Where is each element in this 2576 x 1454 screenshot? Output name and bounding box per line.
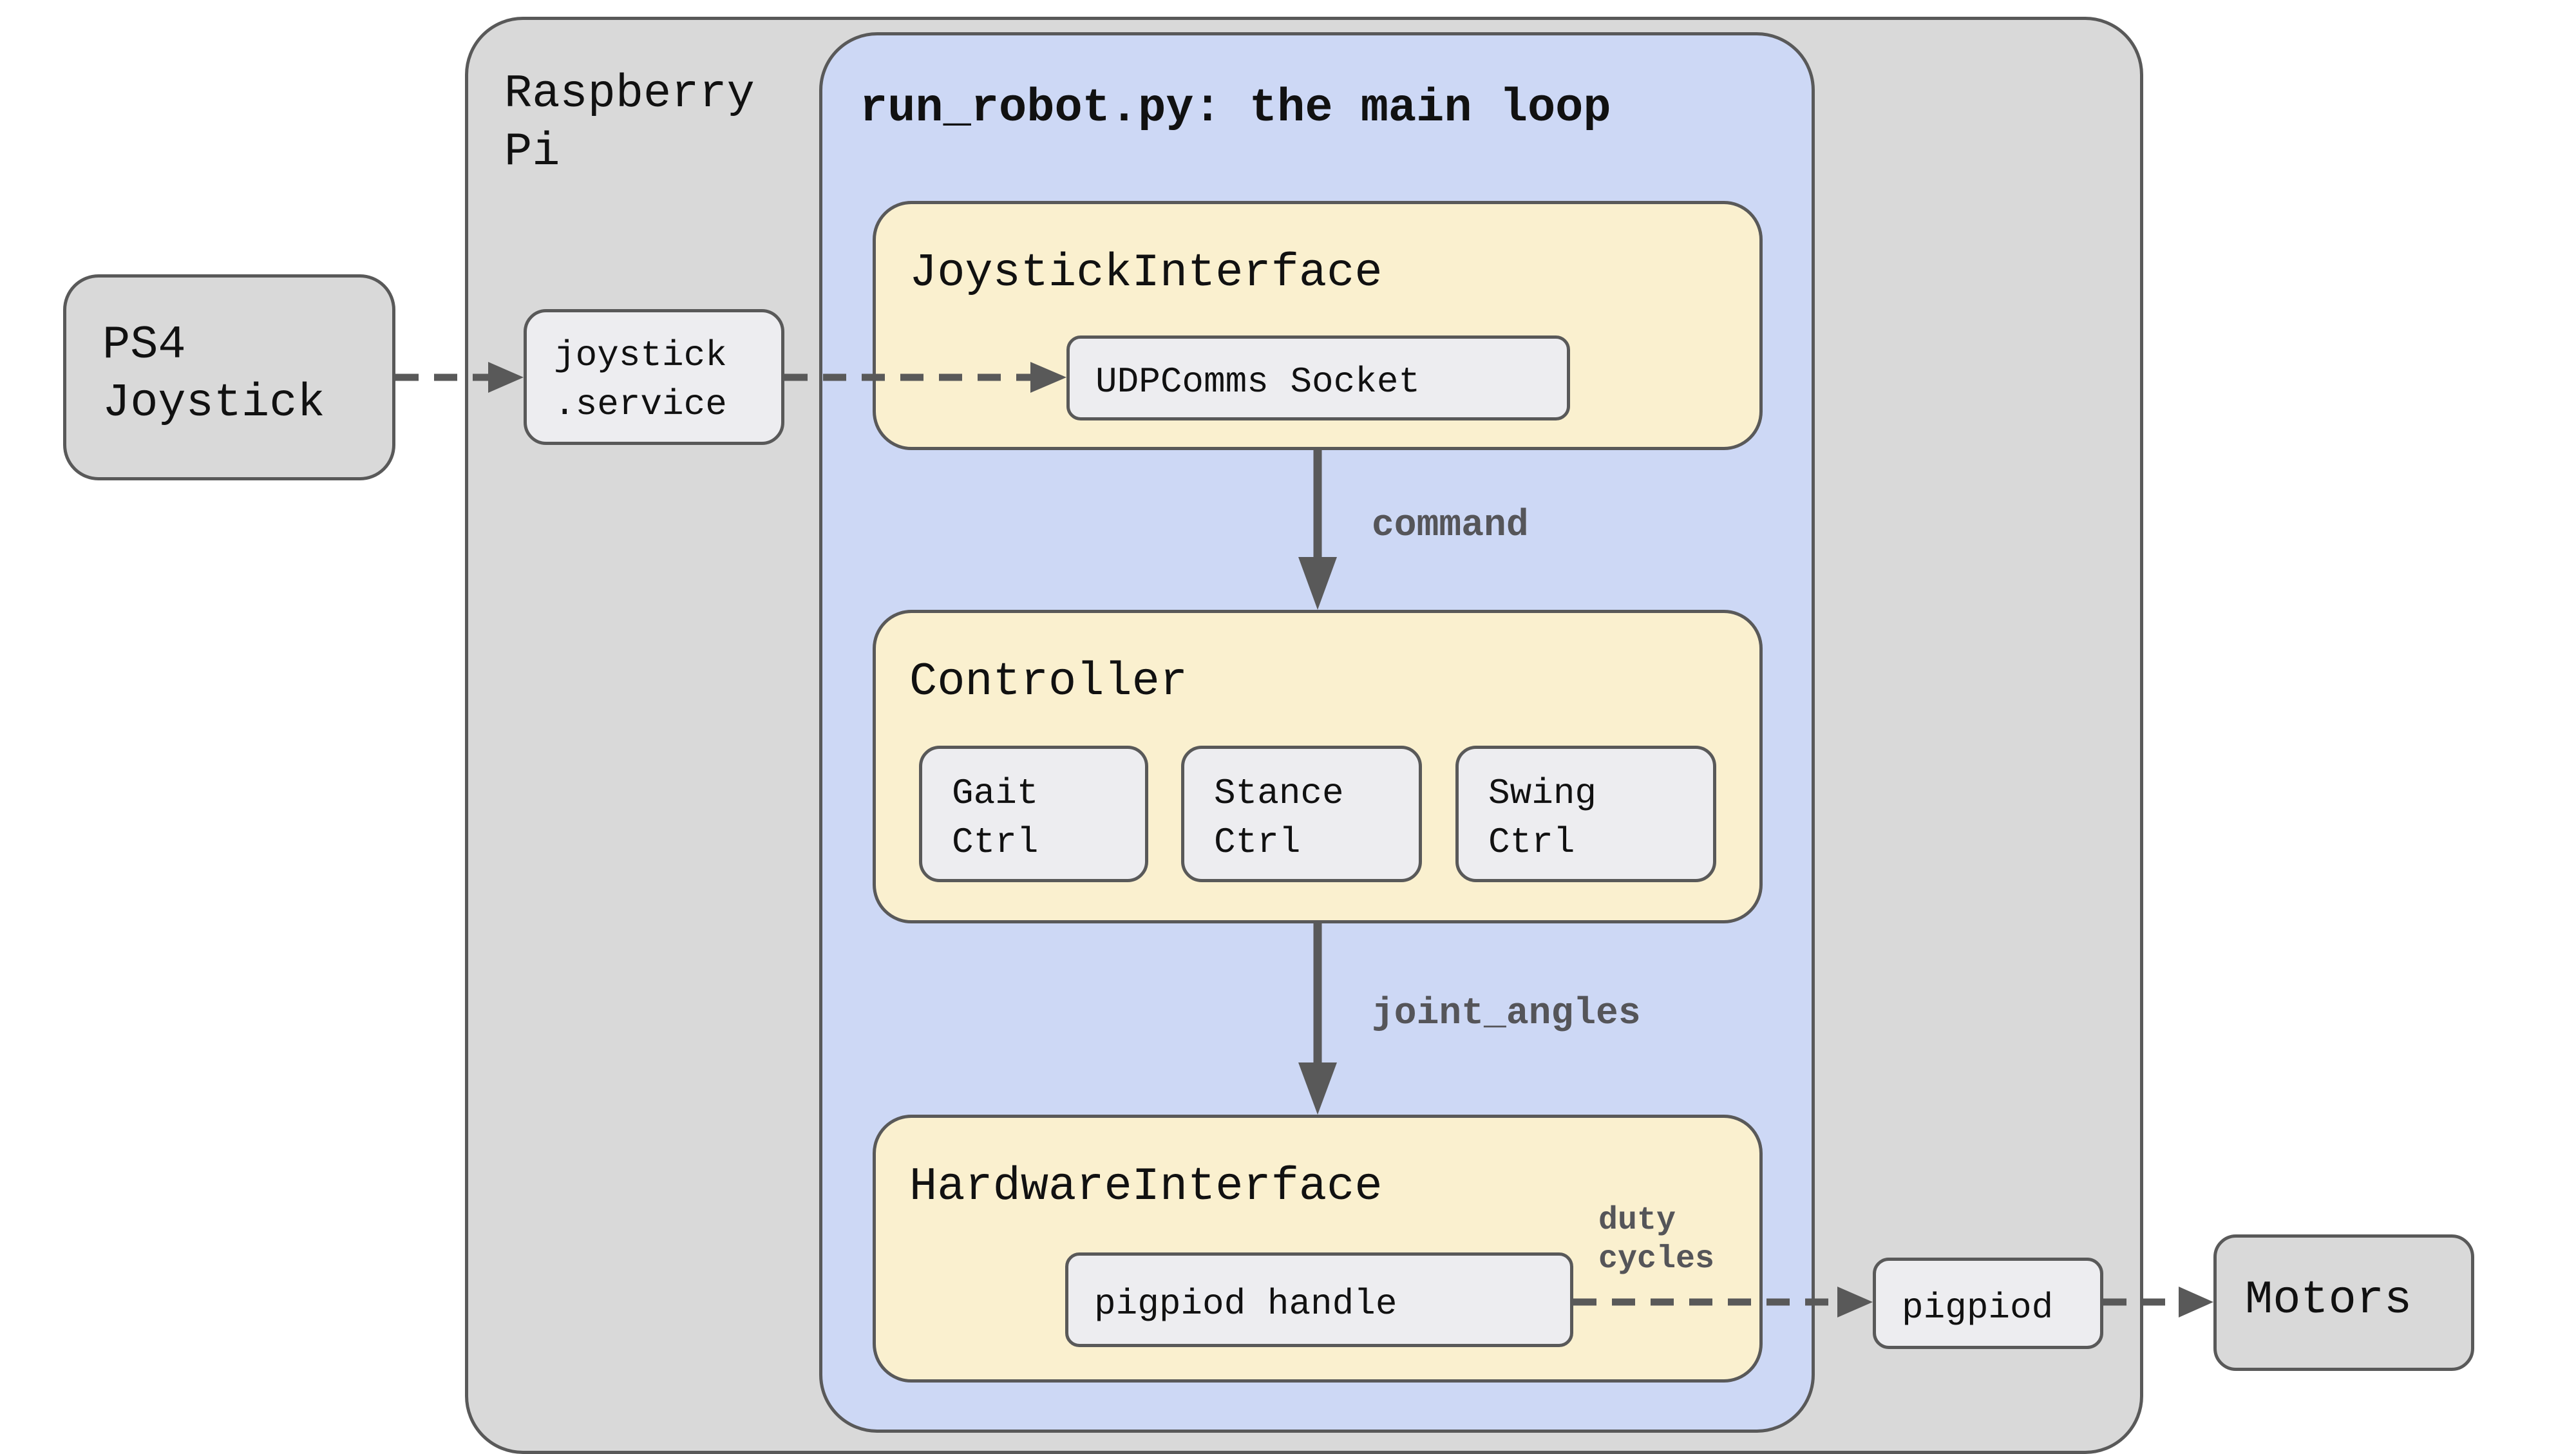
arrow-pigpiod-to-motors	[2103, 1287, 2213, 1317]
arrow-joint-angles	[1298, 923, 1337, 1115]
arrow-joystick-service-to-udpcomms	[784, 362, 1066, 393]
arrow-command	[1298, 450, 1337, 610]
arrow-ps4-to-joystick-service	[395, 362, 524, 393]
arrow-duty-cycles	[1573, 1287, 1873, 1317]
arrows-layer	[395, 362, 2213, 1317]
